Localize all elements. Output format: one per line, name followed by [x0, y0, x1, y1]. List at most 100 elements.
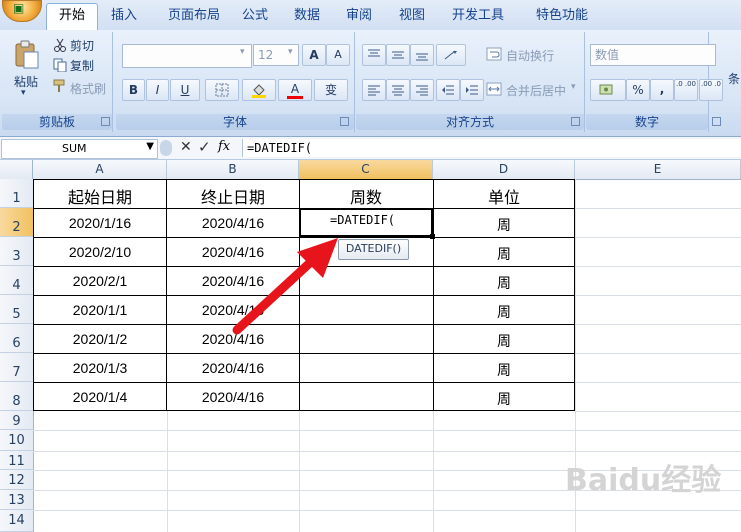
currency-icon[interactable]: [590, 79, 626, 101]
wrap-text-icon: [486, 46, 502, 65]
function-tooltip[interactable]: DATEDIF(): [338, 239, 409, 260]
increase-decimal-button[interactable]: .0 .00: [674, 79, 698, 101]
fill-handle[interactable]: [430, 234, 435, 239]
tab-insert[interactable]: 插入: [100, 4, 148, 29]
increase-indent-icon[interactable]: [460, 79, 484, 101]
formula-input[interactable]: =DATEDIF(: [242, 139, 741, 157]
cell-b7[interactable]: 2020/4/16: [167, 360, 299, 376]
enter-icon[interactable]: ✓: [198, 138, 211, 156]
bold-button[interactable]: B: [122, 79, 145, 101]
column-header-a[interactable]: A: [33, 160, 167, 179]
comma-button[interactable]: ,: [650, 79, 674, 101]
cell-a6[interactable]: 2020/1/2: [33, 331, 167, 347]
cancel-icon[interactable]: ✕: [180, 139, 192, 155]
font-name-select[interactable]: [122, 44, 252, 68]
grow-font-button[interactable]: A: [302, 44, 326, 66]
row-header-9[interactable]: 9: [0, 411, 33, 430]
tab-data[interactable]: 数据: [285, 4, 329, 29]
paste-icon[interactable]: [10, 40, 42, 69]
cell-a5[interactable]: 2020/1/1: [33, 302, 167, 318]
row-header-11[interactable]: 11: [0, 451, 33, 470]
cell-a1[interactable]: 起始日期: [33, 184, 167, 208]
cell-d7[interactable]: 周: [433, 360, 575, 380]
cell-b2[interactable]: 2020/4/16: [167, 215, 299, 231]
decrease-indent-icon[interactable]: [436, 79, 460, 101]
merge-dropdown-icon[interactable]: ▾: [571, 82, 576, 92]
cell-a4[interactable]: 2020/2/1: [33, 273, 167, 289]
row-header-5[interactable]: 5: [0, 295, 33, 324]
conditional-format-button[interactable]: 条: [728, 70, 740, 87]
tab-formulas[interactable]: 公式: [235, 4, 275, 29]
decrease-decimal-button[interactable]: .00 .0: [699, 79, 723, 101]
shrink-font-button[interactable]: A: [326, 44, 350, 66]
number-format-select[interactable]: 数值: [590, 44, 716, 66]
align-center-icon[interactable]: [386, 79, 410, 101]
paste-dropdown-icon[interactable]: ▾: [21, 88, 26, 98]
cell-a2[interactable]: 2020/1/16: [33, 215, 167, 231]
alignment-launcher-icon[interactable]: [571, 117, 580, 126]
cell-d5[interactable]: 周: [433, 302, 575, 322]
number-launcher-icon[interactable]: [712, 117, 721, 126]
row-header-10[interactable]: 10: [0, 430, 33, 451]
wrap-text-button[interactable]: 自动换行: [506, 47, 554, 64]
row-header-3[interactable]: 3: [0, 237, 33, 266]
align-middle-icon[interactable]: [386, 44, 410, 66]
row-header-2[interactable]: 2: [0, 208, 33, 237]
row-header-1[interactable]: 1: [0, 179, 33, 208]
font-size-dropdown-icon[interactable]: ▾: [288, 47, 293, 57]
column-header-b[interactable]: B: [167, 160, 299, 179]
percent-button[interactable]: %: [626, 79, 650, 101]
cell-d6[interactable]: 周: [433, 331, 575, 351]
align-bottom-icon[interactable]: [410, 44, 434, 66]
cell-d2[interactable]: 周: [433, 215, 575, 235]
italic-button[interactable]: I: [146, 79, 169, 101]
cell-b1[interactable]: 终止日期: [167, 184, 299, 208]
row-header-13[interactable]: 13: [0, 490, 33, 510]
align-top-icon[interactable]: [362, 44, 386, 66]
format-painter-button[interactable]: 格式刷: [70, 80, 106, 97]
tab-review[interactable]: 审阅: [339, 4, 379, 29]
tab-home[interactable]: 开始: [46, 3, 98, 32]
cell-a8[interactable]: 2020/1/4: [33, 389, 167, 405]
font-name-dropdown-icon[interactable]: ▾: [240, 47, 245, 57]
cell-d3[interactable]: 周: [433, 244, 575, 264]
cut-button[interactable]: 剪切: [70, 37, 94, 54]
insert-function-button[interactable]: fx: [218, 139, 230, 154]
cell-c1[interactable]: 周数: [299, 184, 433, 208]
tab-developer[interactable]: 开发工具: [445, 4, 511, 29]
font-launcher-icon[interactable]: [340, 117, 349, 126]
column-header-d[interactable]: D: [433, 160, 575, 179]
column-header-c[interactable]: C: [299, 160, 433, 179]
merge-center-button[interactable]: 合并后居中: [506, 82, 566, 99]
row-header-12[interactable]: 12: [0, 470, 33, 490]
cell-b8[interactable]: 2020/4/16: [167, 389, 299, 405]
tab-view[interactable]: 视图: [392, 4, 432, 29]
name-box[interactable]: SUM ▼: [1, 139, 158, 159]
tab-page-layout[interactable]: 页面布局: [155, 4, 233, 29]
align-right-icon[interactable]: [410, 79, 434, 101]
row-header-7[interactable]: 7: [0, 353, 33, 382]
paste-button[interactable]: 粘贴: [14, 73, 38, 90]
row-header-14[interactable]: 14: [0, 510, 33, 532]
name-box-dropdown-icon[interactable]: ▼: [146, 141, 154, 152]
cell-d1[interactable]: 单位: [433, 184, 575, 208]
cell-a3[interactable]: 2020/2/10: [33, 244, 167, 260]
phonetic-button[interactable]: 变: [314, 79, 348, 101]
border-button[interactable]: [205, 79, 239, 101]
align-left-icon[interactable]: [362, 79, 386, 101]
clipboard-launcher-icon[interactable]: [101, 117, 110, 126]
copy-button[interactable]: 复制: [70, 57, 94, 74]
font-color-button[interactable]: A: [278, 79, 312, 101]
underline-button[interactable]: U: [170, 79, 200, 101]
row-header-8[interactable]: 8: [0, 382, 33, 411]
cell-d4[interactable]: 周: [433, 273, 575, 293]
fill-color-button[interactable]: [242, 79, 276, 101]
select-all-corner[interactable]: [0, 160, 33, 179]
tab-features[interactable]: 特色功能: [522, 4, 602, 29]
orientation-icon[interactable]: [436, 44, 466, 66]
cell-a7[interactable]: 2020/1/3: [33, 360, 167, 376]
column-header-e[interactable]: E: [575, 160, 741, 179]
row-header-4[interactable]: 4: [0, 266, 33, 295]
row-header-6[interactable]: 6: [0, 324, 33, 353]
cell-d8[interactable]: 周: [433, 389, 575, 409]
